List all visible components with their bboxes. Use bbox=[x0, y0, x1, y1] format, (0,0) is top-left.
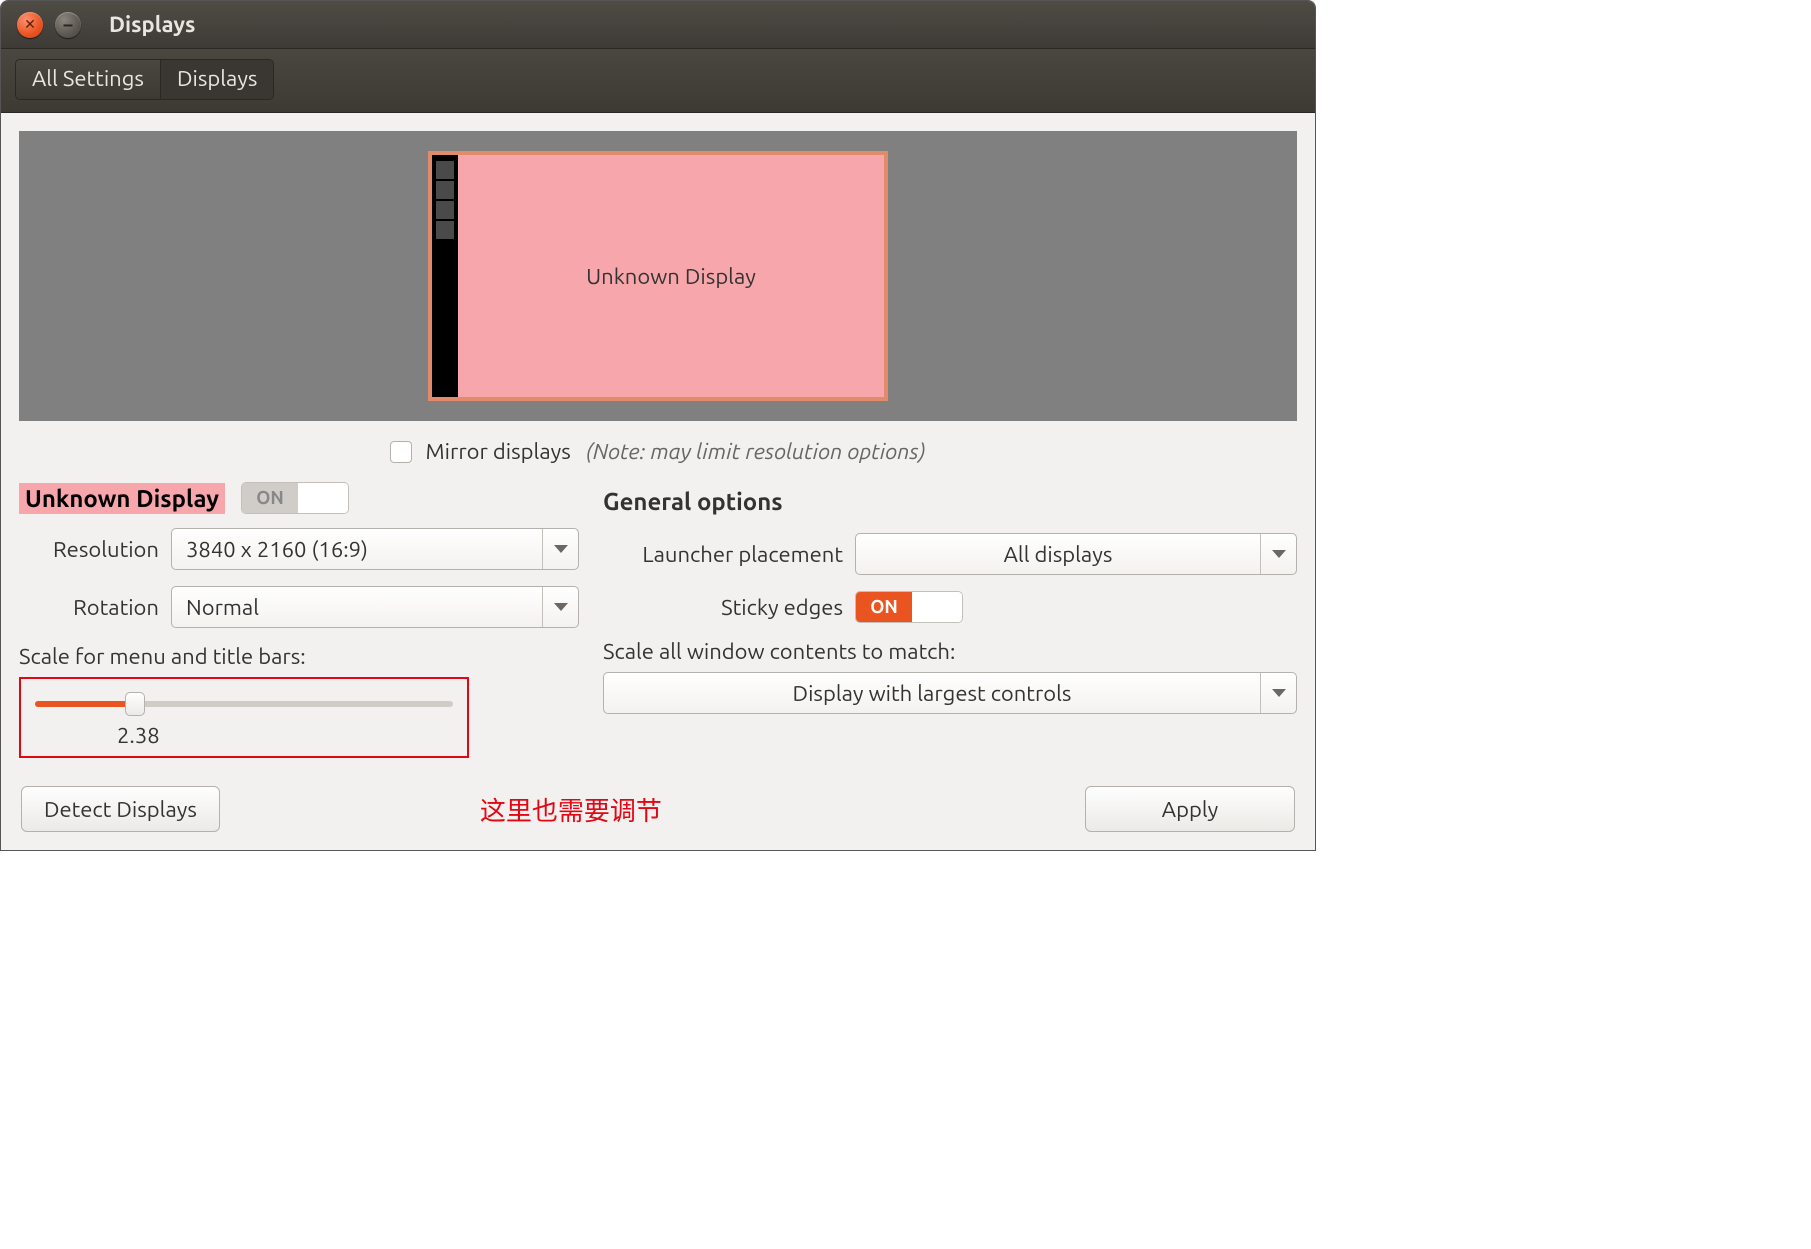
chevron-down-icon bbox=[542, 587, 578, 627]
sticky-edges-toggle[interactable]: ON bbox=[855, 591, 963, 623]
scale-all-label: Scale all window contents to match: bbox=[603, 639, 1297, 664]
slider-fill bbox=[35, 701, 135, 707]
display-diagram: Unknown Display bbox=[19, 131, 1297, 421]
apply-button[interactable]: Apply bbox=[1085, 786, 1295, 832]
content-area: Unknown Display Mirror displays (Note: m… bbox=[1, 113, 1315, 850]
minimize-icon[interactable] bbox=[55, 12, 81, 38]
toggle-on-label: ON bbox=[856, 592, 912, 622]
mirror-displays-note: (Note: may limit resolution options) bbox=[586, 439, 926, 464]
scale-menu-label: Scale for menu and title bars: bbox=[19, 644, 579, 669]
bottom-button-row: Detect Displays 这里也需要调节 Apply bbox=[19, 786, 1297, 832]
rotation-label: Rotation bbox=[19, 595, 159, 620]
monitor-thumbnail[interactable]: Unknown Display bbox=[428, 151, 888, 401]
display-header: Unknown Display ON bbox=[19, 482, 579, 514]
resolution-label: Resolution bbox=[19, 537, 159, 562]
titlebar: Displays bbox=[1, 1, 1315, 49]
launcher-strip-icon bbox=[432, 155, 458, 397]
display-enable-toggle[interactable]: ON bbox=[241, 482, 349, 514]
settings-columns: Unknown Display ON Resolution 3840 x 216… bbox=[19, 476, 1297, 758]
launcher-placement-row: Launcher placement All displays bbox=[603, 533, 1297, 575]
toggle-knob bbox=[298, 483, 348, 513]
mirror-displays-row: Mirror displays (Note: may limit resolut… bbox=[19, 421, 1297, 476]
scale-all-value: Display with largest controls bbox=[604, 681, 1260, 706]
mirror-displays-checkbox[interactable] bbox=[390, 441, 412, 463]
launcher-icon bbox=[436, 181, 454, 199]
rotation-combo[interactable]: Normal bbox=[171, 586, 579, 628]
launcher-icon bbox=[436, 161, 454, 179]
toggle-on-label: ON bbox=[242, 483, 298, 513]
chevron-down-icon bbox=[1260, 673, 1296, 713]
resolution-value: 3840 x 2160 (16:9) bbox=[172, 537, 542, 562]
launcher-icon bbox=[436, 201, 454, 219]
breadcrumb-displays[interactable]: Displays bbox=[161, 60, 274, 99]
window-title: Displays bbox=[109, 12, 195, 37]
general-options: General options Launcher placement All d… bbox=[603, 480, 1297, 758]
slider-thumb[interactable] bbox=[125, 692, 145, 716]
mirror-displays-label: Mirror displays bbox=[426, 439, 571, 464]
monitor-label: Unknown Display bbox=[458, 155, 884, 397]
detect-displays-button[interactable]: Detect Displays bbox=[21, 786, 220, 832]
annotation-text: 这里也需要调节 bbox=[480, 791, 662, 828]
breadcrumb-bar: All Settings Displays bbox=[1, 49, 1315, 113]
launcher-placement-combo[interactable]: All displays bbox=[855, 533, 1297, 575]
resolution-row: Resolution 3840 x 2160 (16:9) bbox=[19, 528, 579, 570]
per-display-settings: Unknown Display ON Resolution 3840 x 216… bbox=[19, 480, 579, 758]
rotation-row: Rotation Normal bbox=[19, 586, 579, 628]
chevron-down-icon bbox=[1260, 534, 1296, 574]
scale-slider-annotation-box: 2.38 bbox=[19, 677, 469, 758]
sticky-edges-row: Sticky edges ON bbox=[603, 591, 1297, 623]
breadcrumb: All Settings Displays bbox=[15, 59, 274, 100]
scale-all-row: Display with largest controls bbox=[603, 672, 1297, 714]
resolution-combo[interactable]: 3840 x 2160 (16:9) bbox=[171, 528, 579, 570]
general-options-heading: General options bbox=[603, 488, 1297, 515]
displays-settings-window: Displays All Settings Displays Unknown D… bbox=[0, 0, 1316, 851]
display-name-badge: Unknown Display bbox=[19, 483, 225, 514]
toggle-knob bbox=[912, 592, 962, 622]
scale-slider[interactable] bbox=[35, 693, 453, 715]
breadcrumb-all-settings[interactable]: All Settings bbox=[16, 60, 161, 99]
sticky-edges-label: Sticky edges bbox=[603, 595, 843, 620]
chevron-down-icon bbox=[542, 529, 578, 569]
rotation-value: Normal bbox=[172, 595, 542, 620]
close-icon[interactable] bbox=[17, 12, 43, 38]
launcher-placement-label: Launcher placement bbox=[603, 542, 843, 567]
launcher-placement-value: All displays bbox=[856, 542, 1260, 567]
scale-all-combo[interactable]: Display with largest controls bbox=[603, 672, 1297, 714]
launcher-icon bbox=[436, 221, 454, 239]
scale-value: 2.38 bbox=[117, 723, 453, 748]
